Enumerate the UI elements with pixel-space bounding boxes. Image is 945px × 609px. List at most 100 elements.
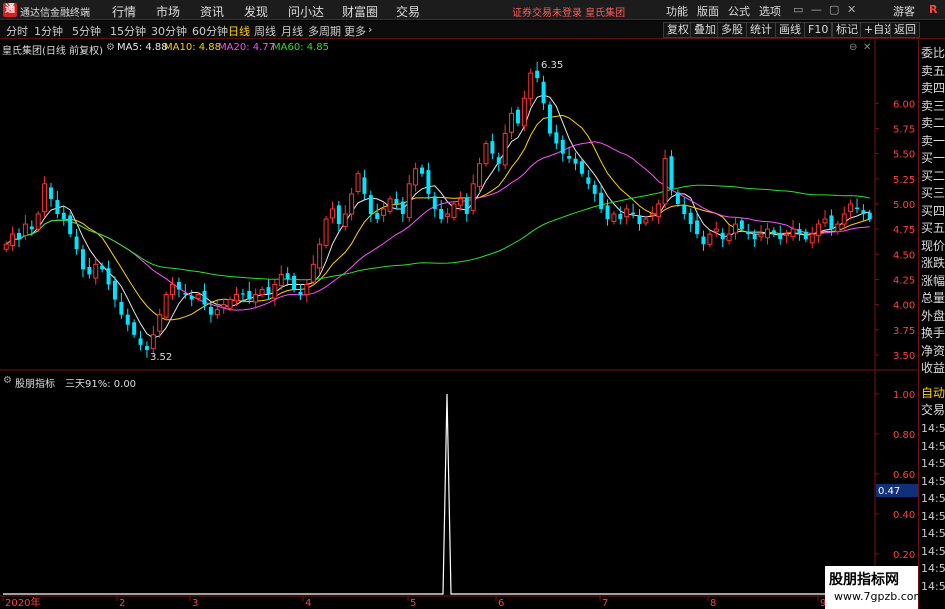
price-tick-label: 4.75 [893,225,915,236]
candle-body [329,208,335,219]
trade-time: 14:56 [921,457,945,470]
kline-chart[interactable]: 6.00 5.75 5.50 5.25 5.00 4.75 4.50 4.25 4.00 3.75… [0,0,945,609]
candle-body [682,205,687,215]
candle-body [342,213,348,227]
candle-body [521,97,527,127]
candle-body [790,228,796,238]
candle-body [336,205,341,225]
candle-body [509,112,515,133]
chart-title: 皇氏集团(日线 前复权) [2,46,103,57]
candle-body [586,177,591,184]
collapse-icon[interactable]: ⊖ [849,42,857,53]
ma20-label: MA20: 4.77 [218,42,276,53]
time-tick-label: 2 [119,598,125,609]
site-watermark: 股朋指标网 www.7gpzb.com [825,566,924,609]
candle-body [68,215,73,235]
candle-body [176,282,181,290]
low-price-label: 3.52 [150,352,172,363]
candle-body [106,268,111,285]
indicator-tick-label: 0.60 [893,470,915,481]
candle-body [189,295,194,300]
candle-body [554,132,559,144]
candlesticks [3,61,872,358]
trade-label[interactable]: 交易 [921,402,945,418]
close-pane-icon[interactable]: ✕ [863,42,871,53]
candle-body [253,294,259,303]
price-tick-label: 5.00 [893,200,915,211]
candle-body [855,207,859,209]
candle-body [477,163,483,187]
auto-label[interactable]: 自动 [921,384,945,401]
price-tick-label: 4.00 [893,301,915,312]
candle-body [100,265,105,270]
candle-body [656,203,662,217]
candle-body [74,236,79,250]
candle-body [61,212,66,220]
candle-body [502,132,508,166]
candle-body [829,215,834,230]
candle-body [713,228,719,233]
candle-body [375,212,380,220]
side-label: 买二 [921,168,945,183]
high-price-label: 6.35 [541,60,563,71]
price-tick-label: 4.50 [893,250,915,261]
side-label: 买一 [921,151,945,165]
candle-body [157,314,163,332]
side-label: 现价 [921,238,945,253]
side-label: 买四 [921,203,945,218]
candle-body [55,200,60,215]
price-tick-label: 5.75 [893,124,915,135]
candle-body [675,192,680,204]
settings-icon[interactable]: ⚙ [106,42,115,53]
candle-body [42,183,48,213]
candle-body [394,198,399,204]
candle-body [387,198,393,212]
candle-body [611,213,617,222]
settings-icon[interactable]: ⚙ [3,375,12,386]
moving-average-lines [5,94,870,339]
candle-body [669,156,674,189]
candle-body [48,187,53,199]
ma5-label: MA5: 4.88 [117,42,168,53]
trade-time: 14:56 [921,544,945,558]
candle-body [739,220,744,230]
quote-side-panel: 委比 卖五 卖四 卖三 卖二 卖一 买一 买二 买三 买四 买五 现价 涨跌 涨幅 总量 外盘 换手 净资 收益 自动… [918,40,945,609]
candle-body [150,334,156,350]
side-label: 卖四 [921,81,945,95]
candle-body [208,307,213,315]
indicator-line [3,393,873,595]
candle-body [349,193,355,215]
candle-body [266,287,271,295]
side-label: 涨跌 [921,256,945,270]
candle-body [400,201,405,215]
price-axis: 6.00 5.75 5.50 5.25 5.00 4.75 4.50 4.25 4.00 3.75… [875,99,915,362]
side-label: 委比 [921,46,945,60]
trade-time: 14:56 [921,579,945,593]
indicator-value-label: 0.47 [878,486,900,497]
candle-body [292,275,297,290]
candle-body [17,232,21,240]
candle-body [835,223,841,233]
trade-time: 14:56 [921,562,945,575]
candle-body [317,243,323,269]
candle-body [310,263,316,283]
candle-body [426,170,431,194]
candle-body [163,294,169,318]
trade-time: 14:56 [921,509,945,523]
candle-body [535,70,540,79]
candle-body [752,234,757,240]
candle-body [368,195,373,215]
candle-body [457,198,463,206]
candle-body [809,233,815,244]
ma60-line [5,184,870,281]
candle-body [605,205,610,220]
ma60-label: MA60: 4.85 [272,42,330,53]
candle-body [547,104,552,134]
candle-body [649,213,655,216]
side-label: 净资 [921,343,945,358]
chart-info-bar: 皇氏集团(日线 前复权) ⚙ MA5: 4.88 MA10: 4.88 MA20… [0,40,875,57]
side-label: 换手 [921,326,945,340]
candle-body [720,232,725,240]
time-tick-label: 8 [710,598,716,609]
candle-body [816,223,822,236]
